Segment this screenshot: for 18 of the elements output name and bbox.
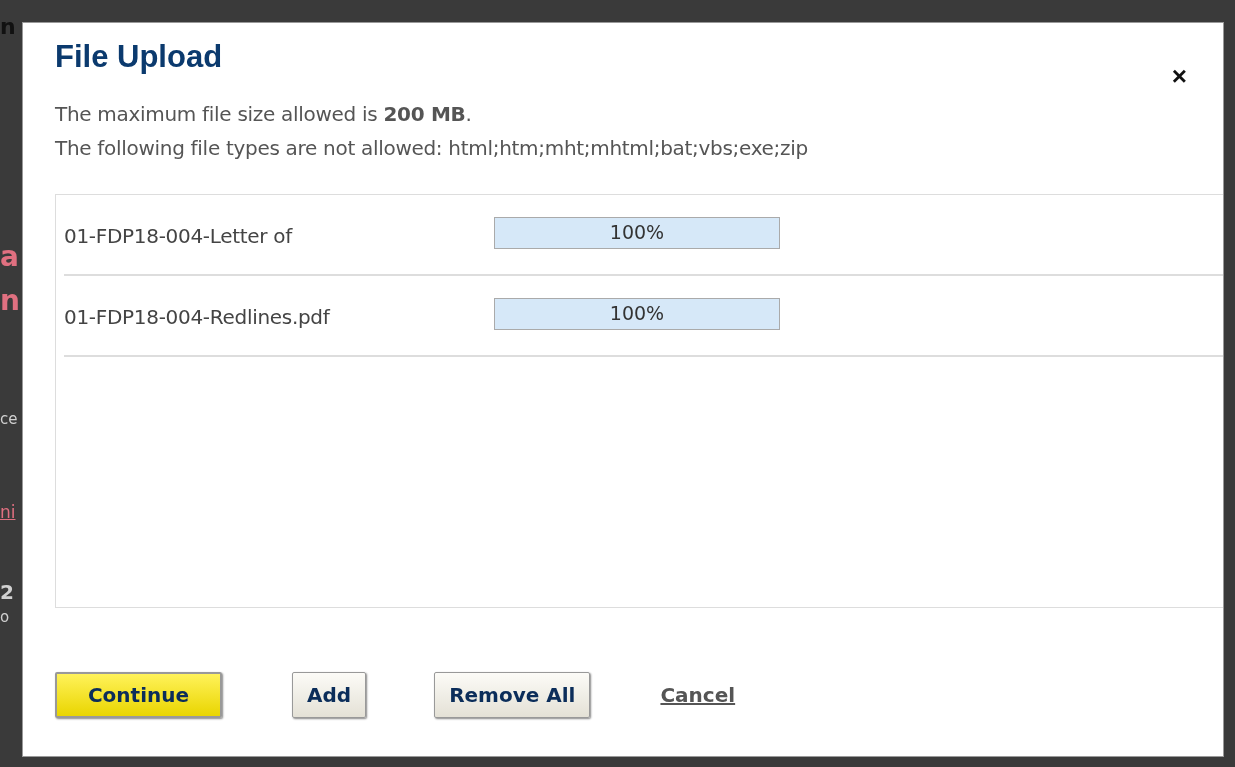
background-text: ce xyxy=(0,410,19,430)
background-text: n xyxy=(0,284,21,319)
cancel-link[interactable]: Cancel xyxy=(660,683,736,707)
dialog-title: File Upload xyxy=(55,39,223,75)
file-name: 01-FDP18-004-Letter of xyxy=(64,223,294,248)
info-text: The maximum file size allowed is 200 MB. xyxy=(55,102,473,126)
background-text: 2 xyxy=(0,580,15,606)
dialog-button[interactable]: Remove All xyxy=(434,672,591,718)
background-text: o xyxy=(0,608,11,628)
file-name: 01-FDP18-004-Redlines.pdf xyxy=(64,304,332,329)
close-button[interactable]: × xyxy=(1171,61,1187,92)
progress-text: 100% xyxy=(608,301,666,324)
info-text: The following file types are not allowed: html;htm;mht;mhtml;bat;vbs;exe;zip xyxy=(55,136,809,160)
dialog-button[interactable]: Add xyxy=(292,672,367,718)
continue-button[interactable]: Continue xyxy=(55,672,222,718)
background-link[interactable]: ni xyxy=(0,502,22,542)
background-text: a xyxy=(0,240,20,275)
progress-text: 100% xyxy=(608,220,666,243)
